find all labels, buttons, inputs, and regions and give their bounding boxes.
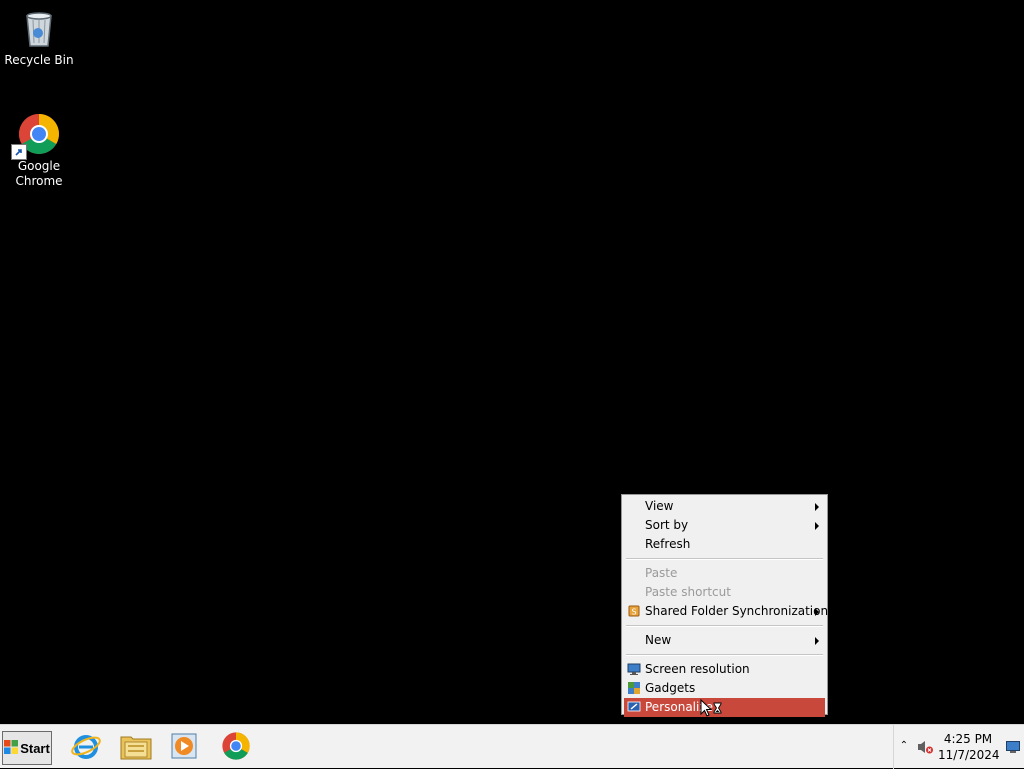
- busy-cursor-icon: [700, 698, 724, 719]
- folder-icon: [119, 731, 153, 764]
- submenu-arrow-icon: [815, 522, 819, 530]
- windows-logo-icon: [4, 739, 19, 757]
- svg-text:S: S: [631, 608, 636, 617]
- taskbar-windows-explorer[interactable]: [116, 729, 156, 765]
- menu-item-paste: Paste: [624, 564, 825, 583]
- submenu-arrow-icon: [815, 503, 819, 511]
- menu-item-sort-by[interactable]: Sort by: [624, 516, 825, 535]
- submenu-arrow-icon: [815, 637, 819, 645]
- menu-item-shared-folder-sync[interactable]: S Shared Folder Synchronization: [624, 602, 829, 621]
- menu-item-label: Gadgets: [645, 681, 696, 695]
- shortcut-arrow-icon: [11, 144, 27, 160]
- system-tray: ⌃ 4:25 PM 11/7/2024: [893, 725, 1024, 769]
- recycle-bin-label: Recycle Bin: [4, 53, 74, 67]
- menu-item-new[interactable]: New: [624, 631, 825, 650]
- menu-item-label: Paste: [645, 566, 678, 580]
- menu-item-label: Sort by: [645, 518, 689, 532]
- menu-separator: [626, 654, 823, 656]
- menu-item-label: Refresh: [645, 537, 691, 551]
- recycle-bin-shortcut[interactable]: Recycle Bin: [0, 6, 78, 68]
- sync-icon: S: [627, 604, 641, 618]
- show-hidden-icons-button[interactable]: ⌃: [898, 739, 910, 753]
- google-chrome-shortcut[interactable]: Google Chrome: [0, 112, 78, 189]
- start-label: Start: [20, 740, 50, 756]
- menu-item-paste-shortcut: Paste shortcut: [624, 583, 825, 602]
- menu-item-screen-resolution[interactable]: Screen resolution: [624, 660, 825, 679]
- personalize-icon: [627, 700, 641, 714]
- clock[interactable]: 4:25 PM 11/7/2024: [938, 731, 1000, 763]
- show-desktop-icon[interactable]: [1006, 741, 1020, 753]
- desktop-context-menu: View Sort by Refresh Paste Paste shortcu…: [621, 494, 829, 717]
- gadgets-icon: [627, 681, 641, 695]
- menu-item-view[interactable]: View: [624, 497, 825, 516]
- internet-explorer-icon: [70, 730, 102, 765]
- menu-separator: [626, 558, 823, 560]
- menu-item-refresh[interactable]: Refresh: [624, 535, 825, 554]
- submenu-arrow-icon: [815, 608, 819, 616]
- media-player-icon: [169, 731, 199, 764]
- menu-item-gadgets[interactable]: Gadgets: [624, 679, 825, 698]
- clock-time: 4:25 PM: [943, 732, 993, 746]
- taskbar-google-chrome[interactable]: [216, 729, 256, 765]
- start-button[interactable]: Start: [2, 731, 52, 765]
- menu-item-label: Paste shortcut: [645, 585, 731, 599]
- menu-item-personalize[interactable]: Personalize: [624, 698, 825, 717]
- clock-date: 11/7/2024: [938, 748, 1000, 762]
- menu-item-label: New: [645, 633, 672, 647]
- menu-item-label: View: [645, 499, 674, 513]
- chrome-icon: [221, 731, 251, 764]
- taskbar: Start ⌃ 4:25 PM 11/7/2024: [0, 724, 1024, 769]
- menu-separator: [626, 625, 823, 627]
- chrome-icon: [11, 112, 61, 160]
- screen-resolution-icon: [627, 662, 641, 676]
- menu-item-label: Shared Folder Synchronization: [645, 604, 829, 618]
- google-chrome-label: Google Chrome: [15, 159, 63, 188]
- recycle-bin-icon: [17, 6, 61, 50]
- taskbar-media-player[interactable]: [164, 729, 204, 765]
- taskbar-internet-explorer[interactable]: [66, 729, 106, 765]
- volume-muted-icon[interactable]: [916, 739, 934, 755]
- menu-item-label: Screen resolution: [645, 662, 750, 676]
